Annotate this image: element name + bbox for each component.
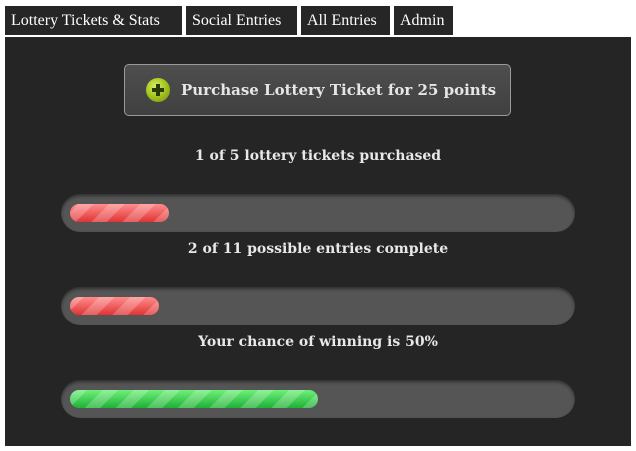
tab-admin[interactable]: Admin [394, 6, 453, 35]
tab-social-entries[interactable]: Social Entries [186, 6, 297, 35]
winning-chance-progress-bar [61, 380, 575, 418]
winning-chance-progress-fill [70, 390, 318, 408]
tab-all-entries[interactable]: All Entries [301, 6, 390, 35]
entries-complete-text: 2 of 11 possible entries complete [187, 241, 449, 257]
tickets-progress-fill [70, 204, 169, 222]
tab-bar: Lottery Tickets & Stats Social Entries A… [0, 0, 636, 37]
purchase-ticket-label: Purchase Lottery Ticket for 25 points [181, 81, 497, 99]
entries-progress-bar [61, 287, 575, 325]
lottery-stats-panel: Purchase Lottery Ticket for 25 points 1 … [5, 37, 631, 446]
entries-progress-fill [70, 297, 159, 315]
tickets-progress-bar [61, 194, 575, 232]
winning-chance-text: Your chance of winning is 50% [198, 334, 438, 350]
tickets-purchased-text: 1 of 5 lottery tickets purchased [194, 148, 442, 164]
purchase-ticket-button[interactable]: Purchase Lottery Ticket for 25 points [124, 64, 511, 116]
tab-lottery-tickets-stats[interactable]: Lottery Tickets & Stats [5, 6, 182, 35]
plus-circle-icon [146, 78, 170, 102]
